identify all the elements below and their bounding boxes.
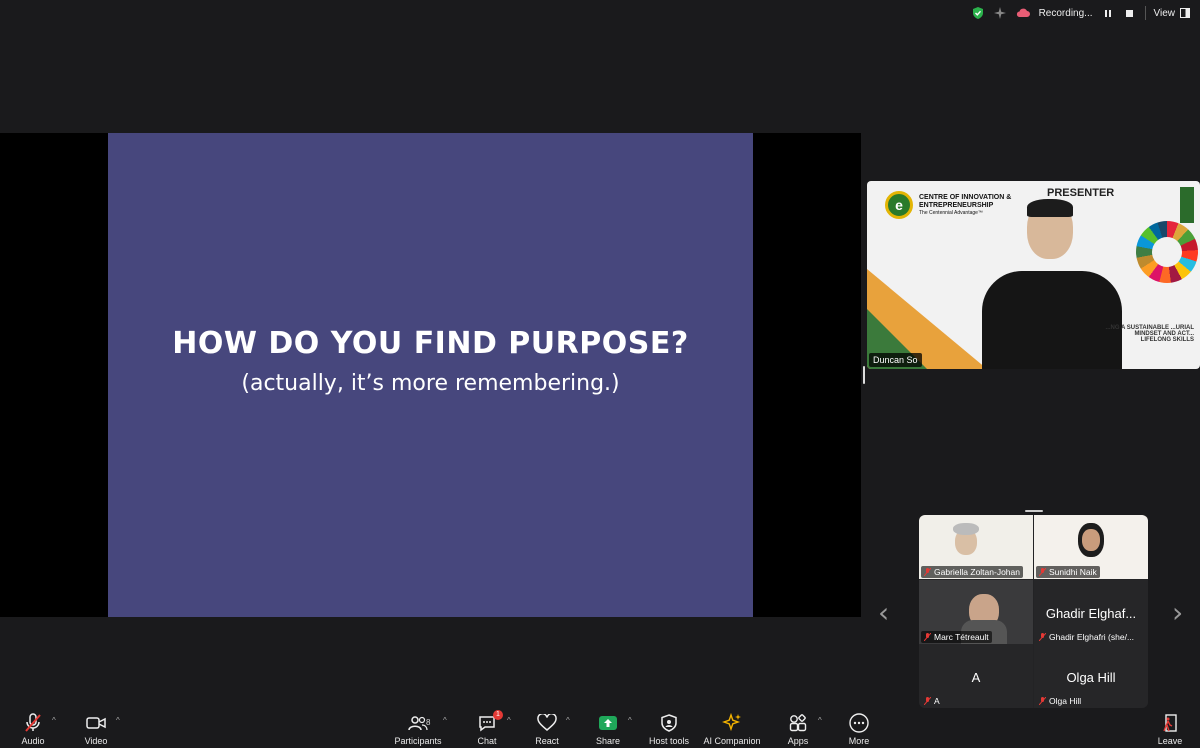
sdg-wheel-graphic — [1136, 221, 1198, 283]
participant-name: Olga Hill — [1049, 696, 1082, 706]
react-label: React — [535, 736, 559, 746]
chat-unread-badge: 1 — [493, 710, 503, 720]
speaker-name-tag: Duncan So — [869, 353, 922, 367]
presentation-slide: HOW DO YOU FIND PURPOSE? (actually, it’s… — [108, 133, 753, 617]
participant-name-tag: Gabriella Zoltan-Johan — [921, 566, 1023, 578]
apps-icon — [789, 714, 807, 732]
video-options-caret-icon[interactable]: ^ — [116, 716, 120, 725]
muted-mic-icon — [1039, 697, 1046, 705]
muted-microphone-icon — [25, 713, 41, 732]
divider — [1144, 6, 1146, 20]
centennial-badge — [1180, 187, 1194, 223]
participant-tile[interactable]: Gabriella Zoltan-Johan — [919, 515, 1033, 579]
participant-tile[interactable]: A A — [919, 644, 1033, 708]
video-camera-icon — [86, 717, 106, 729]
gallery-prev-arrow-icon[interactable]: ‹ — [878, 596, 889, 629]
muted-mic-icon — [924, 697, 931, 705]
leave-button[interactable]: Leave — [1132, 712, 1200, 746]
audio-label: Audio — [21, 736, 45, 746]
participant-name-tag: Marc Tétreault — [921, 631, 992, 643]
view-grid-icon — [1180, 8, 1190, 18]
chat-label: Chat — [477, 736, 497, 746]
participant-tile[interactable]: Sunidhi Naik — [1034, 515, 1148, 579]
participant-display-name: Ghadir Elghaf... — [1045, 606, 1137, 621]
host-tools-label: Host tools — [648, 736, 690, 746]
apps-label: Apps — [787, 736, 809, 746]
pause-recording-button[interactable] — [1101, 6, 1115, 20]
shared-screen: HOW DO YOU FIND PURPOSE? (actually, it’s… — [0, 133, 861, 617]
more-ellipsis-icon — [849, 713, 869, 733]
banner-tagline: ...NG A SUSTAINABLE ...URIAL MINDSET AND… — [1105, 325, 1194, 343]
gallery-next-arrow-icon[interactable]: › — [1172, 596, 1183, 629]
video-button[interactable]: Video — [58, 712, 134, 746]
participant-name: Ghadir Elghafri (she/... — [1049, 632, 1135, 642]
logo-emblem: e — [885, 191, 913, 219]
participant-name-tag: Ghadir Elghafri (she/... — [1036, 631, 1137, 643]
presenter-banner: PRESENTER — [1047, 187, 1115, 199]
participant-name: Gabriella Zoltan-Johan — [934, 567, 1020, 577]
view-label: View — [1153, 7, 1176, 19]
leave-door-icon — [1163, 714, 1177, 732]
shield-icon — [661, 714, 677, 732]
ai-companion-button[interactable]: AI Companion — [694, 712, 770, 746]
muted-mic-icon — [1039, 633, 1046, 641]
ai-companion-label: AI Companion — [703, 736, 761, 746]
cloud-recording-icon — [1015, 7, 1031, 19]
pause-icon — [1104, 9, 1111, 17]
participant-name-tag: Sunidhi Naik — [1036, 566, 1100, 578]
share-screen-icon — [599, 716, 617, 730]
participants-icon — [408, 716, 428, 731]
participant-display-name: A — [971, 670, 981, 685]
ai-companion-sparkle-icon — [722, 713, 741, 732]
participant-face — [1082, 529, 1100, 551]
meeting-toolbar: Audio ^ Video ^ 8 Participants ^ 1 Chat … — [0, 708, 1200, 748]
share-label: Share — [595, 736, 621, 746]
participant-tile[interactable]: Olga Hill Olga Hill — [1034, 644, 1148, 708]
video-label: Video — [84, 736, 108, 746]
panel-resize-handle[interactable] — [863, 366, 865, 384]
stop-icon — [1126, 9, 1133, 17]
leave-label: Leave — [1157, 736, 1183, 746]
muted-mic-icon — [1039, 568, 1046, 576]
stop-recording-button[interactable] — [1123, 6, 1137, 20]
speaker-person — [977, 199, 1127, 369]
audio-options-caret-icon[interactable]: ^ — [52, 716, 56, 725]
top-bar: Recording... View — [0, 0, 1200, 34]
participant-hair — [953, 523, 979, 535]
participant-name-tag: A — [921, 695, 943, 707]
heart-icon — [537, 714, 557, 731]
muted-mic-icon — [924, 633, 931, 641]
ai-sparkle-icon[interactable] — [993, 6, 1007, 20]
participant-name: A — [934, 696, 940, 706]
encryption-shield-icon[interactable] — [971, 6, 985, 20]
participant-tile[interactable]: Marc Tétreault — [919, 580, 1033, 644]
more-label: More — [848, 736, 870, 746]
gallery-drag-handle[interactable] — [1025, 510, 1043, 512]
participants-count: 8 — [426, 718, 431, 727]
participant-tile[interactable]: Ghadir Elghaf... Ghadir Elghafri (she/..… — [1034, 580, 1148, 644]
muted-mic-icon — [924, 568, 931, 576]
active-speaker-video[interactable]: e CENTRE OF INNOVATION & ENTREPRENEURSHI… — [867, 181, 1200, 369]
participant-name: Sunidhi Naik — [1049, 567, 1097, 577]
more-button[interactable]: More — [821, 712, 897, 746]
participant-gallery: Gabriella Zoltan-Johan Sunidhi Naik Marc… — [919, 515, 1148, 708]
logo-line1: CENTRE OF INNOVATION & — [919, 193, 1012, 201]
top-right-controls: Recording... View — [971, 6, 1190, 20]
view-button[interactable]: View — [1153, 7, 1190, 19]
participant-display-name: Olga Hill — [1066, 670, 1116, 685]
participant-name: Marc Tétreault — [934, 632, 989, 642]
participants-label: Participants — [394, 736, 442, 746]
participant-name-tag: Olga Hill — [1036, 695, 1084, 707]
slide-title: HOW DO YOU FIND PURPOSE? — [172, 326, 689, 361]
slide-subtitle: (actually, it’s more remembering.) — [241, 371, 620, 396]
recording-label: Recording... — [1038, 7, 1093, 19]
participants-options-caret-icon[interactable]: ^ — [443, 716, 447, 725]
